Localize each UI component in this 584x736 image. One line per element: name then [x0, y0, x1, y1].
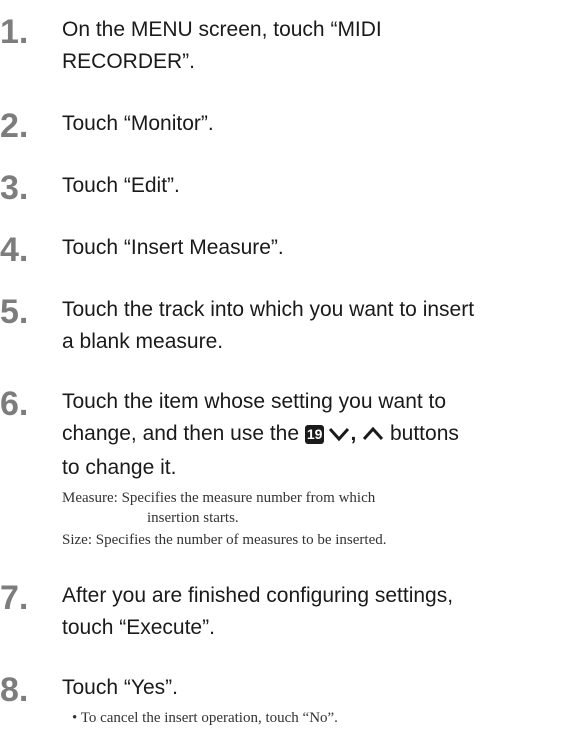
chevron-up-icon	[362, 420, 384, 452]
note-label: Size:	[62, 532, 92, 548]
button-number-badge: 19	[304, 425, 325, 444]
step-text: Touch “Edit”.	[62, 174, 180, 197]
chevron-down-icon	[328, 420, 350, 452]
note-label: Measure:	[62, 490, 118, 506]
bullet-icon: •	[72, 710, 78, 726]
step-text: Touch the item whose setting you want to…	[62, 390, 459, 479]
step-text: Touch “Insert Measure”.	[62, 236, 284, 259]
note-text: Specifies the measure number from which	[121, 490, 376, 506]
step-number: 5.	[0, 293, 29, 331]
step-number: 4.	[0, 231, 29, 269]
note-measure: Measure: Specifies the measure number fr…	[62, 488, 582, 528]
note-size: Size: Specifies the number of measures t…	[62, 530, 582, 550]
step-text: Touch the track into which you want to i…	[62, 298, 475, 353]
step-number: 1.	[0, 13, 29, 51]
step-number: 3.	[0, 169, 29, 207]
step-text: After you are finished configuring setti…	[62, 584, 454, 639]
note-text-continued: insertion starts.	[147, 510, 239, 526]
bullet-text: To cancel the insert operation, touch “N…	[80, 710, 338, 726]
step-number: 2.	[0, 107, 29, 145]
manual-page: { "steps": [ {"num": "1", "dot": ".", "l…	[0, 0, 584, 736]
step-number: 7.	[0, 579, 29, 617]
step-number: 8.	[0, 671, 29, 709]
step-text: Touch “Yes”.	[62, 676, 178, 699]
note-text: Specifies the number of measures to be i…	[95, 532, 387, 548]
step-text: Touch “Monitor”.	[62, 112, 214, 135]
bullet-note: • To cancel the insert operation, touch …	[72, 708, 582, 728]
step-text: On the MENU screen, touch “MIDI RECORDER…	[62, 18, 382, 73]
step-number: 6.	[0, 385, 29, 423]
